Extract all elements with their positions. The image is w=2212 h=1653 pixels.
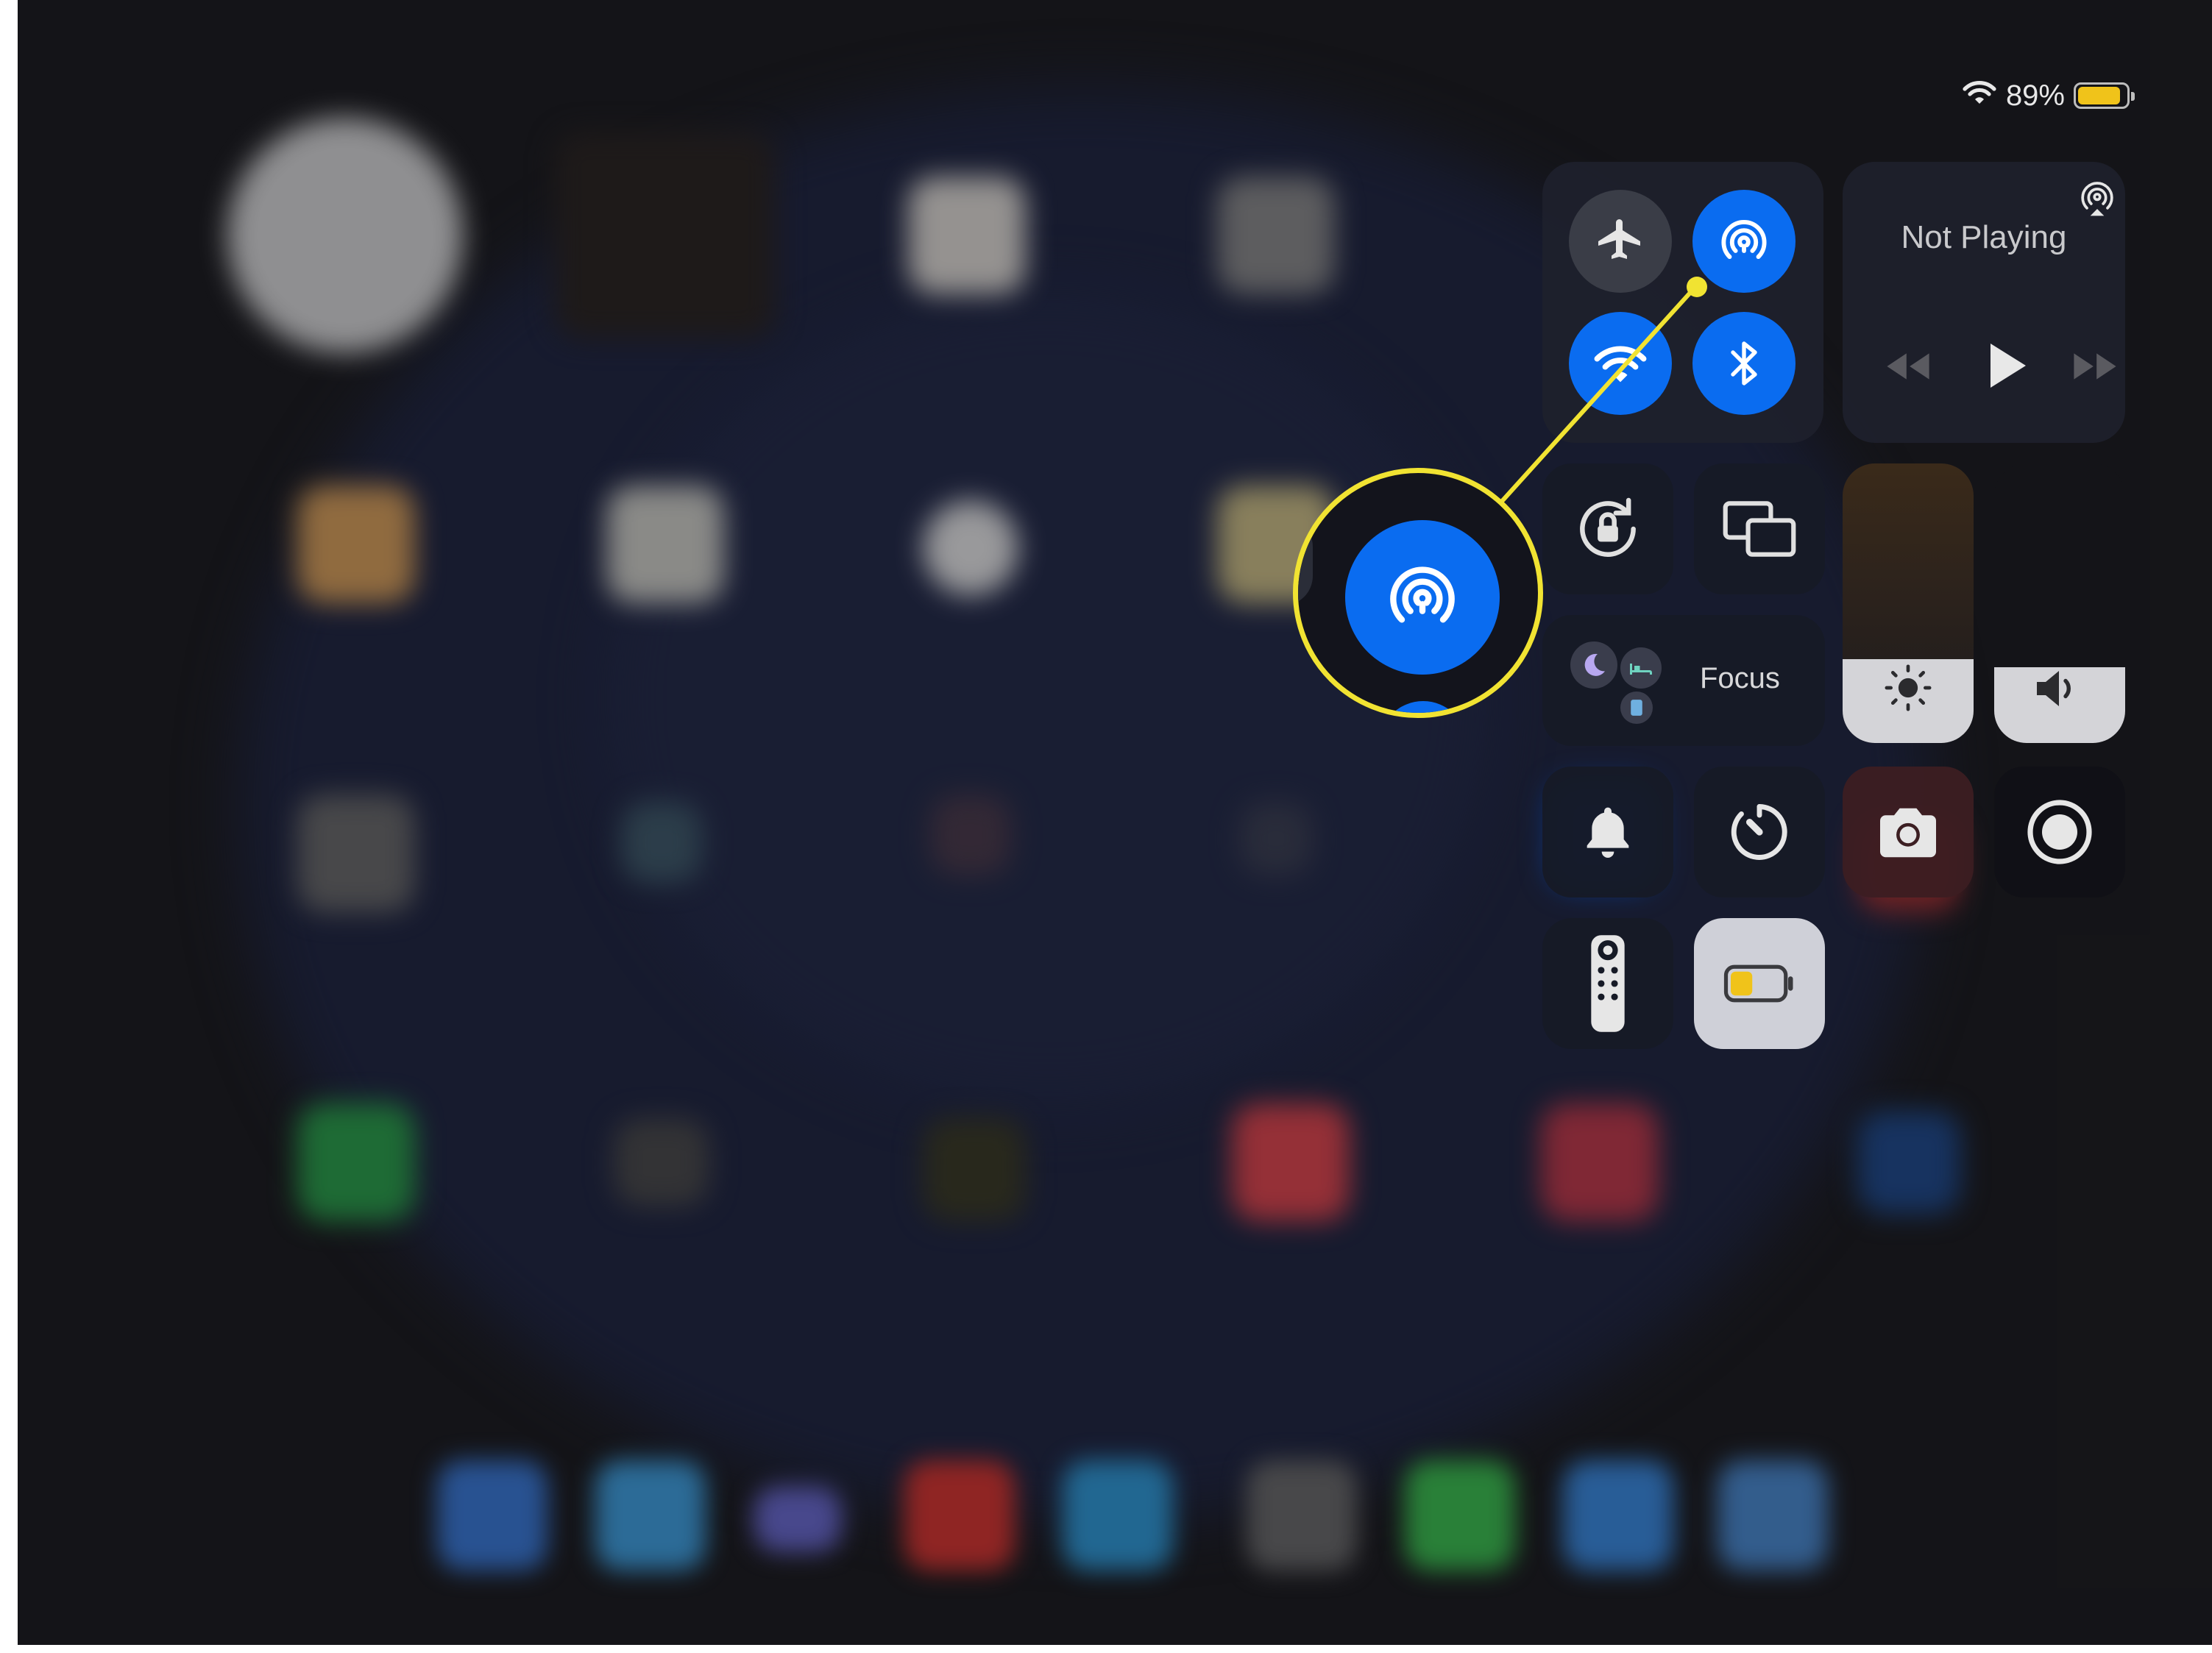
ipad-screen: 89% Not Playing Focus [18, 0, 2212, 1645]
image-border-left [0, 0, 18, 1653]
airdrop-callout-magnifier [1293, 468, 1543, 718]
callout-dot [1687, 277, 1707, 297]
image-border-bottom [0, 1645, 2212, 1653]
callout-airdrop-button [1345, 520, 1500, 675]
callout-line [1489, 277, 1707, 516]
callout-airdrop-icon [1390, 566, 1455, 623]
